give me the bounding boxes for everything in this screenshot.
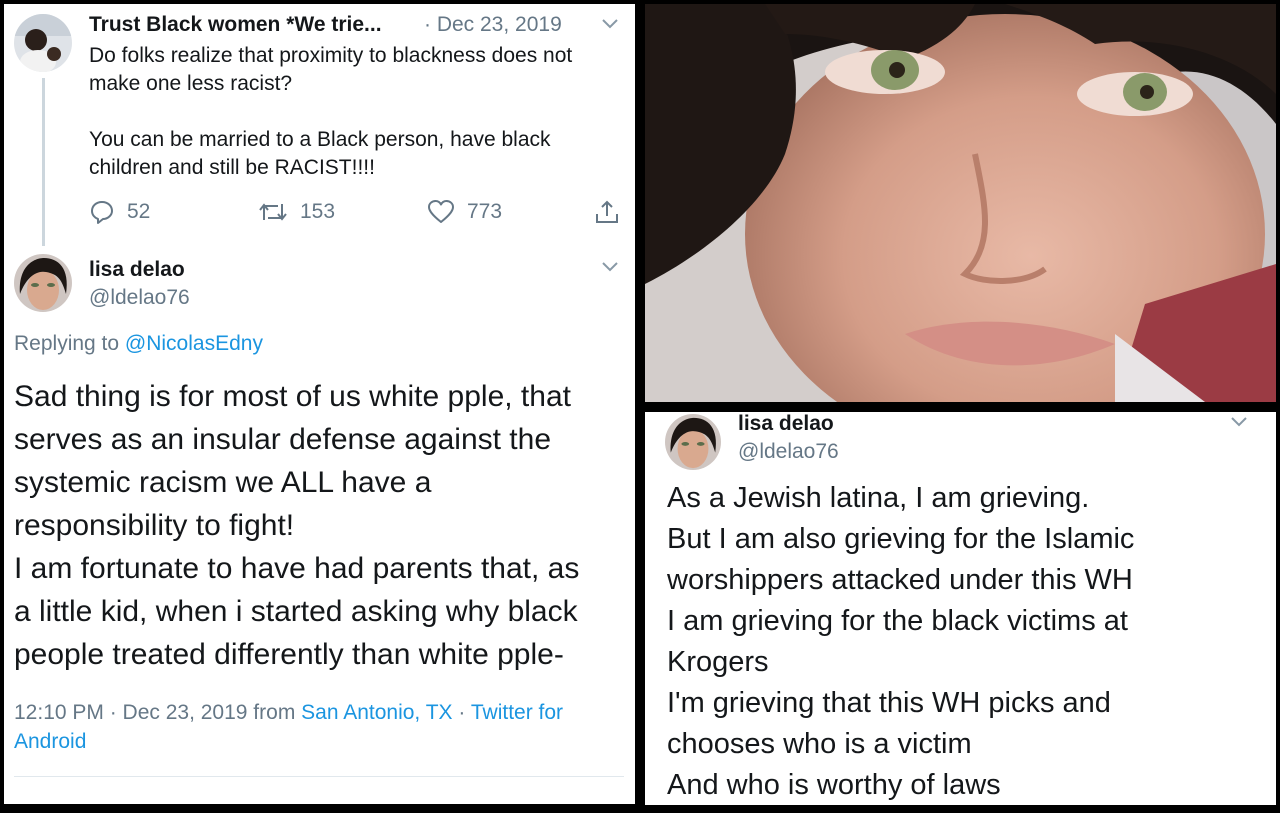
parent-tweet-avatar[interactable] — [14, 14, 72, 72]
tweet-text-line: chooses who is a victim — [667, 728, 972, 760]
reply-tweet-text: Sad thing is for most of us white pple, … — [14, 375, 634, 676]
tweet-text-line: make one less racist? — [89, 72, 293, 95]
like-button[interactable]: 773 — [427, 198, 502, 226]
divider — [14, 776, 624, 777]
parent-tweet-date[interactable]: · Dec 23, 2019 — [424, 13, 562, 37]
reply-count: 52 — [127, 200, 151, 223]
tweet-text-line: And who is worthy of laws — [667, 769, 1001, 801]
tweet-text-line: I am fortunate to have had parents that,… — [14, 552, 580, 585]
reply-author-name[interactable]: lisa delao — [89, 258, 185, 282]
like-icon — [428, 200, 454, 223]
right-tweet-text: As a Jewish latina, I am grieving. But I… — [667, 478, 1267, 805]
right-tweet-avatar[interactable] — [665, 414, 721, 470]
meta-separator: · — [458, 701, 466, 724]
tweet-text-line: systemic racism we ALL have a — [14, 466, 432, 499]
tweet-location-link[interactable]: San Antonio, TX — [301, 701, 452, 724]
like-count: 773 — [467, 200, 503, 223]
profile-photo-closeup — [645, 4, 1276, 402]
tweet-text-line: Sad thing is for most of us white pple, … — [14, 380, 571, 413]
tweet-text-line: As a Jewish latina, I am grieving. — [667, 482, 1090, 514]
right-screenshot-panel: lisa delao @ldelao76 As a Jewish latina,… — [645, 412, 1276, 805]
retweet-icon — [259, 203, 287, 221]
right-tweet-author-name[interactable]: lisa delao — [738, 412, 834, 436]
parent-tweet-author-name[interactable]: Trust Black women *We trie... — [89, 13, 382, 37]
reply-tweet-avatar[interactable] — [14, 254, 72, 312]
reply-author-handle[interactable]: @ldelao76 — [89, 286, 190, 310]
retweet-button[interactable]: 153 — [258, 198, 335, 226]
right-tweet-author-handle[interactable]: @ldelao76 — [738, 440, 839, 464]
tweet-text-line: I am grieving for the black victims at — [667, 605, 1128, 637]
tweet-text-line: Do folks realize that proximity to black… — [89, 44, 573, 67]
tweet-text-line: But I am also grieving for the Islamic — [667, 523, 1135, 555]
tweet-text-line: serves as an insular defense against the — [14, 423, 551, 456]
tweet-text-line: worshippers attacked under this WH — [667, 564, 1133, 596]
share-icon — [596, 200, 618, 223]
chevron-down-icon[interactable] — [598, 14, 622, 34]
tweet-timestamp[interactable]: 12:10 PM · Dec 23, 2019 from — [14, 701, 295, 724]
retweet-count: 153 — [300, 200, 336, 223]
replying-to-link[interactable]: @NicolasEdny — [125, 332, 263, 355]
replying-to-label: Replying to — [14, 332, 120, 355]
tweet-text-line: Krogers — [667, 646, 769, 678]
thread-connector-line — [42, 78, 45, 246]
tweet-text-line: people treated differently than white pp… — [14, 638, 564, 671]
tweet-metadata: 12:10 PM · Dec 23, 2019 from San Antonio… — [14, 698, 614, 756]
chevron-down-icon[interactable] — [1227, 412, 1251, 432]
tweet-text-line: You can be married to a Black person, ha… — [89, 128, 551, 151]
tweet-text-line: children and still be RACIST!!!! — [89, 156, 375, 179]
replying-to-line: Replying to @NicolasEdny — [14, 332, 263, 356]
reply-button[interactable]: 52 — [89, 198, 150, 226]
left-screenshot-panel: Trust Black women *We trie... · Dec 23, … — [4, 4, 635, 804]
reply-icon — [91, 201, 113, 224]
parent-tweet-text: Do folks realize that proximity to black… — [89, 42, 629, 182]
tweet-paragraph-gap — [89, 98, 629, 126]
chevron-down-icon[interactable] — [598, 257, 622, 277]
tweet-text-line: a little kid, when i started asking why … — [14, 595, 578, 628]
tweet-text-line: responsibility to fight! — [14, 509, 295, 542]
share-button[interactable] — [594, 198, 632, 226]
tweet-text-line: I'm grieving that this WH picks and — [667, 687, 1111, 719]
